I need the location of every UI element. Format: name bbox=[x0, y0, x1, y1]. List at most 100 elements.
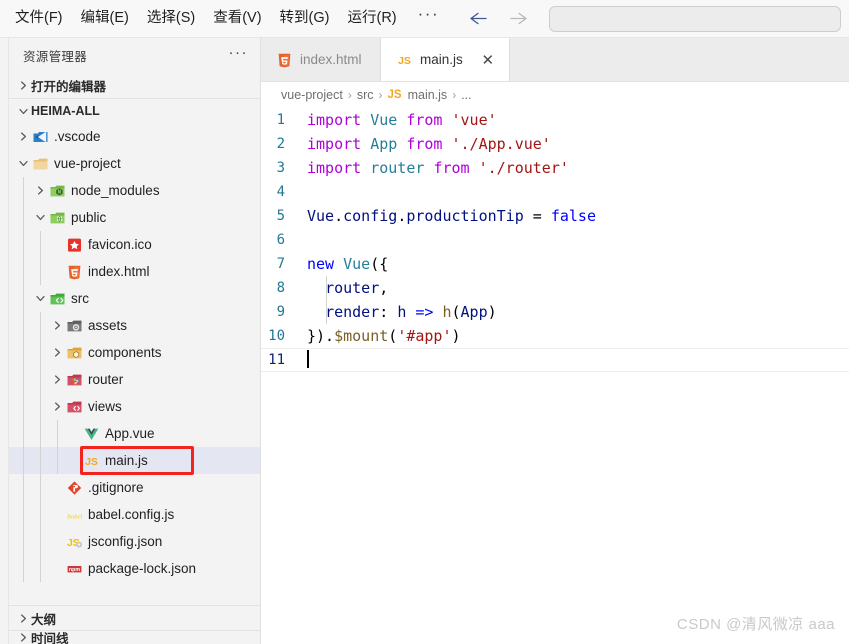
menu-go[interactable]: 转到(G) bbox=[271, 6, 339, 31]
code-line: 9 render: h => h(App) bbox=[261, 300, 849, 324]
tree-file-app-vue[interactable]: App.vue bbox=[9, 420, 260, 447]
chevron-down-icon[interactable] bbox=[32, 210, 48, 226]
breadcrumb-item[interactable]: main.js bbox=[408, 88, 448, 102]
tree-folder-src[interactable]: src bbox=[9, 285, 260, 312]
code-token: router bbox=[370, 158, 425, 177]
tree-file-babel-config-js[interactable]: Babel babel.config.js bbox=[9, 501, 260, 528]
tree-folder-components[interactable]: components bbox=[9, 339, 260, 366]
tree-file-index-html[interactable]: index.html bbox=[9, 258, 260, 285]
code-token: ) bbox=[451, 326, 461, 345]
line-number: 8 bbox=[276, 280, 285, 296]
menu-file[interactable]: 文件(F) bbox=[6, 6, 72, 31]
code-token: App bbox=[460, 302, 488, 321]
menu-view[interactable]: 查看(V) bbox=[204, 6, 270, 31]
menu-selection[interactable]: 选择(S) bbox=[138, 6, 204, 31]
line-number: 9 bbox=[276, 304, 285, 320]
breadcrumb-item[interactable]: src bbox=[357, 88, 374, 102]
tree-file-package-lock-json[interactable]: npm package-lock.json bbox=[9, 555, 260, 582]
tree-folder-views[interactable]: views bbox=[9, 393, 260, 420]
js-icon: JS bbox=[85, 456, 98, 468]
favicon-icon bbox=[65, 237, 83, 253]
breadcrumb-separator: › bbox=[347, 88, 352, 102]
search-input[interactable] bbox=[549, 5, 841, 32]
code-token: import bbox=[307, 134, 362, 153]
tab-main-js[interactable]: JS main.js ✕ bbox=[381, 38, 510, 81]
breadcrumb-item[interactable]: vue-project bbox=[281, 88, 343, 102]
section-workspace-root[interactable]: HEIMA-ALL bbox=[9, 98, 260, 123]
code-editor[interactable]: 1 import Vue from 'vue' 2 import App from '… bbox=[261, 108, 849, 644]
chevron-right-icon[interactable] bbox=[32, 183, 48, 199]
code-token: }). bbox=[307, 326, 335, 345]
chevron-down-icon[interactable] bbox=[32, 291, 48, 307]
tree-folder-public[interactable]: public bbox=[9, 204, 260, 231]
file-tree: .vscode vue-project Nnode_modules public fav… bbox=[9, 123, 260, 605]
folder-icon bbox=[31, 156, 49, 172]
svg-text:npm: npm bbox=[68, 567, 79, 573]
indent-guide bbox=[23, 177, 24, 204]
menu-overflow-button[interactable]: ··· bbox=[406, 5, 451, 27]
tree-item-label: components bbox=[88, 344, 162, 360]
tree-folder-assets[interactable]: assets bbox=[9, 312, 260, 339]
chevron-right-icon[interactable] bbox=[15, 129, 31, 145]
indent-guide bbox=[40, 420, 41, 447]
tree-folder--vscode[interactable]: .vscode bbox=[9, 123, 260, 150]
text-cursor bbox=[307, 350, 309, 368]
chevron-right-icon bbox=[15, 78, 31, 94]
code-line: 3 import router from './router' bbox=[261, 156, 849, 180]
line-number: 7 bbox=[276, 256, 285, 272]
code-line: 8 router, bbox=[261, 276, 849, 300]
explorer-actions-button[interactable]: ··· bbox=[229, 45, 249, 63]
tab-index-html[interactable]: index.html bbox=[261, 38, 381, 81]
code-token: import bbox=[307, 110, 362, 129]
tree-item-label: router bbox=[88, 371, 124, 387]
chevron-down-icon bbox=[15, 103, 31, 119]
chevron-right-icon[interactable] bbox=[49, 345, 65, 361]
menu-run[interactable]: 运行(R) bbox=[338, 6, 405, 31]
forward-button[interactable] bbox=[505, 6, 531, 32]
tree-folder-router[interactable]: router bbox=[9, 366, 260, 393]
code-line-content: import router from './router' bbox=[307, 158, 569, 177]
editor-group: index.html JS main.js ✕ vue-project › src › JS m… bbox=[261, 38, 849, 644]
code-token: Vue bbox=[370, 110, 398, 129]
indent-guide bbox=[23, 312, 24, 339]
tree-file-main-js[interactable]: JS main.js bbox=[9, 447, 260, 474]
tree-item-label: jsconfig.json bbox=[88, 533, 163, 549]
code-token: config bbox=[343, 206, 398, 225]
node-folder-icon: N bbox=[50, 185, 64, 196]
chevron-right-icon[interactable] bbox=[49, 399, 65, 415]
chevron-down-icon[interactable] bbox=[15, 156, 31, 172]
breadcrumb-item[interactable]: ... bbox=[461, 88, 471, 102]
menu-bar: 文件(F) 编辑(E) 选择(S) 查看(V) 转到(G) 运行(R) bbox=[6, 6, 406, 31]
menu-edit[interactable]: 编辑(E) bbox=[72, 6, 138, 31]
section-outline-label: 大纲 bbox=[31, 612, 57, 627]
tab-close-button[interactable]: ✕ bbox=[479, 51, 497, 69]
back-button[interactable] bbox=[465, 6, 491, 32]
indent-guide bbox=[40, 447, 41, 474]
vue-icon bbox=[82, 426, 100, 442]
tree-file-jsconfig-json[interactable]: JS jsconfig.json bbox=[9, 528, 260, 555]
tree-folder-vue-project[interactable]: vue-project bbox=[9, 150, 260, 177]
code-line: 4 bbox=[261, 180, 849, 204]
code-line-content: router, bbox=[307, 279, 388, 297]
tree-folder-node-modules[interactable]: Nnode_modules bbox=[9, 177, 260, 204]
indent-guide bbox=[40, 258, 41, 285]
tree-item-label: babel.config.js bbox=[88, 506, 175, 522]
svg-text:Babel: Babel bbox=[66, 513, 82, 520]
tree-item-label: src bbox=[71, 290, 89, 306]
tree-file--gitignore[interactable]: .gitignore bbox=[9, 474, 260, 501]
chevron-right-icon[interactable] bbox=[49, 318, 65, 334]
indent-guide bbox=[40, 339, 41, 366]
section-timeline[interactable]: 时间线 bbox=[9, 630, 260, 644]
tree-file-favicon-ico[interactable]: favicon.ico bbox=[9, 231, 260, 258]
tree-item-label: node_modules bbox=[71, 182, 160, 198]
chevron-right-icon[interactable] bbox=[49, 372, 65, 388]
section-open-editors[interactable]: 打开的编辑器 bbox=[9, 73, 260, 98]
section-outline[interactable]: 大纲 bbox=[9, 605, 260, 630]
code-token: Vue bbox=[343, 254, 371, 273]
chevron-right-icon bbox=[15, 610, 31, 626]
